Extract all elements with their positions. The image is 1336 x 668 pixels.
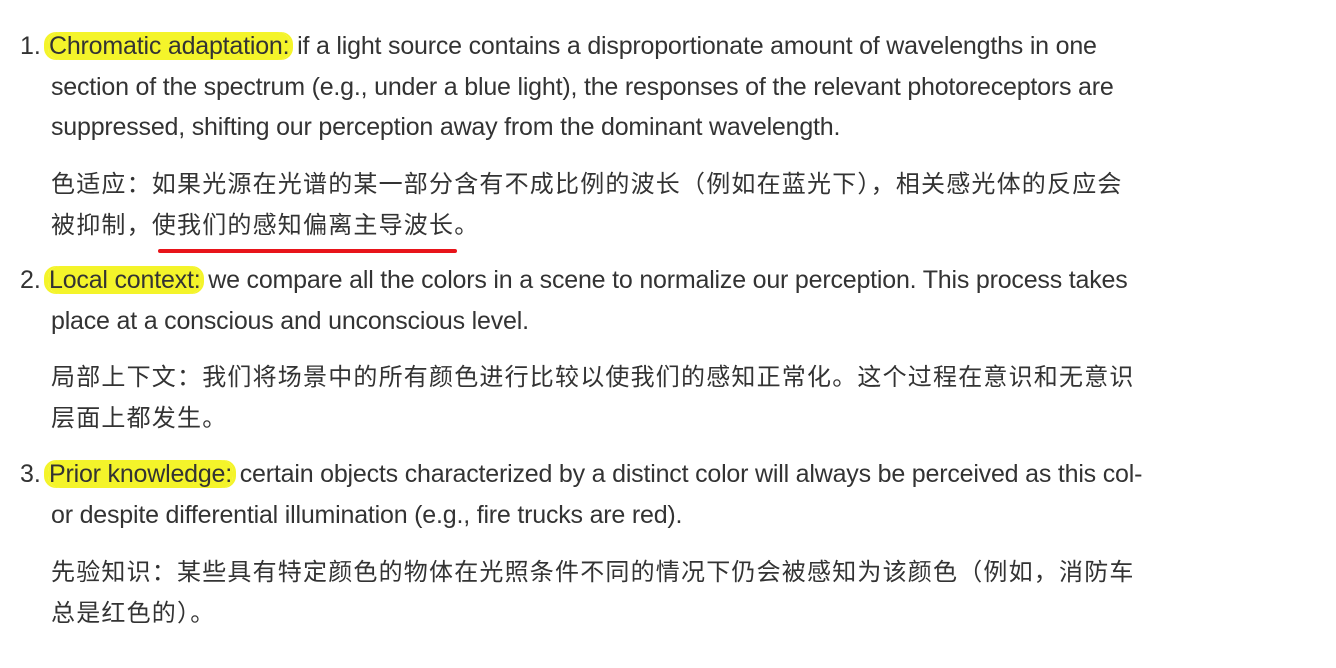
chinese-paragraph: 色适应：如果光源在光谱的某一部分含有不成比例的波长（例如在蓝光下），相关感光体的… — [51, 164, 1251, 253]
chinese-paragraph: 局部上下文：我们将场景中的所有颜色进行比较以使我们的感知正常化。这个过程在意识和… — [51, 357, 1251, 439]
text-line: Prior knowledge: certain objects charact… — [48, 454, 1251, 495]
highlighted-term: Prior knowledge: — [48, 460, 234, 488]
text-line: Chromatic adaptation: if a light source … — [48, 26, 1251, 67]
text-line: 局部上下文：我们将场景中的所有颜色进行比较以使我们的感知正常化。这个过程在意识和… — [51, 363, 1135, 391]
underlined-phrase: 使我们的感知偏离主导波长 — [152, 205, 458, 253]
text-span: we compare all the colors in a scene to … — [201, 266, 1128, 294]
list-number: 3. — [20, 460, 41, 488]
text-line: suppressed, shifting our perception away… — [51, 113, 841, 141]
text-span: if a light source contains a disproporti… — [290, 32, 1097, 60]
chinese-paragraph: 先验知识：某些具有特定颜色的物体在光照条件不同的情况下仍会被感知为该颜色（例如，… — [51, 552, 1251, 634]
list-number: 1. — [20, 32, 41, 60]
text-line: 层面上都发生。 — [51, 404, 228, 432]
text-line: 被抑制，使我们的感知偏离主导波长。 — [51, 205, 1251, 253]
highlighted-term: Chromatic adaptation: — [48, 32, 291, 60]
english-paragraph: Prior knowledge: certain objects charact… — [48, 454, 1251, 535]
text-line: place at a conscious and unconscious lev… — [51, 306, 529, 335]
text-span: certain objects characterized by a disti… — [233, 460, 1143, 488]
text-line: section of the spectrum (e.g., under a b… — [51, 72, 1114, 101]
text-line: 总是红色的）。 — [51, 599, 216, 627]
text-span: 。 — [454, 211, 480, 239]
text-line: 先验知识：某些具有特定颜色的物体在光照条件不同的情况下仍会被感知为该颜色（例如，… — [51, 558, 1135, 586]
english-paragraph: Chromatic adaptation: if a light source … — [48, 26, 1251, 148]
list-number: 2. — [20, 266, 41, 294]
highlighted-term: Local context: — [48, 266, 202, 294]
text-line: Local context: we compare all the colors… — [48, 260, 1251, 301]
english-paragraph: Local context: we compare all the colors… — [48, 260, 1251, 341]
text-span: 被抑制， — [51, 211, 152, 239]
text-line: 色适应：如果光源在光谱的某一部分含有不成比例的波长（例如在蓝光下），相关感光体的… — [51, 170, 1123, 198]
text-line: or despite differential illumination (e.… — [51, 500, 683, 529]
